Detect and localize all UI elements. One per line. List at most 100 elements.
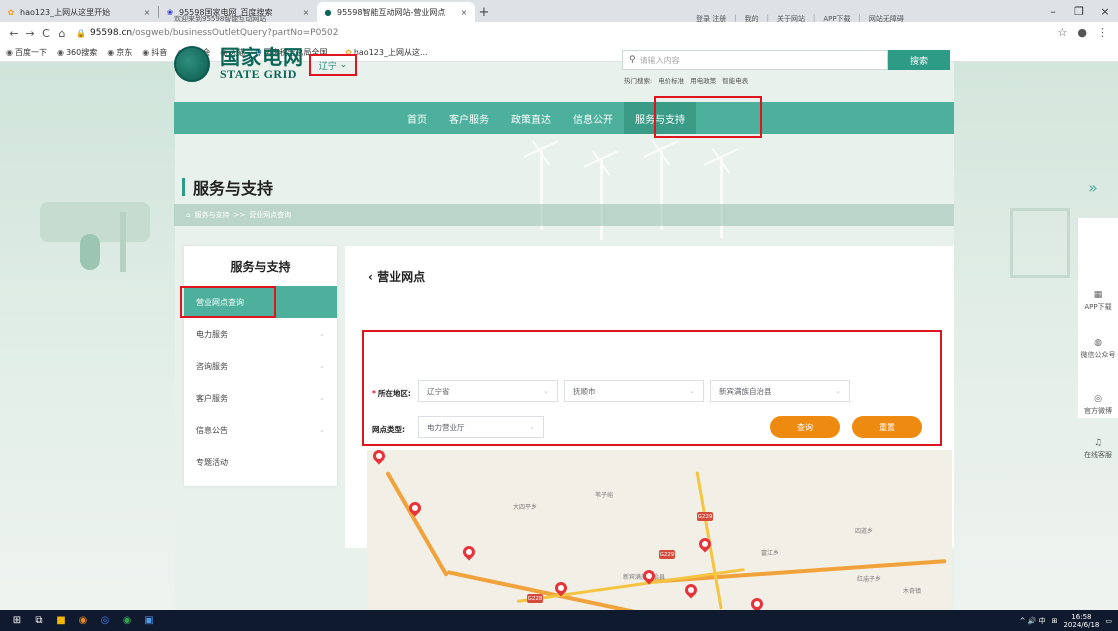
breadcrumb-item[interactable]: 服务与支持: [194, 210, 229, 220]
tab-close-icon[interactable]: ×: [301, 8, 311, 17]
browser-icon[interactable]: ◉: [72, 610, 94, 631]
keyboard-icon[interactable]: ⊞: [1052, 617, 1058, 625]
app-download-button[interactable]: ▦ APP下载: [1078, 290, 1118, 312]
app-download-link[interactable]: APP下载: [823, 14, 850, 24]
weibo-button[interactable]: ◎ 官方微博: [1078, 394, 1118, 416]
chevron-left-icon[interactable]: ‹: [368, 270, 373, 284]
login-register-link[interactable]: 登录 注册: [696, 14, 726, 24]
search-placeholder: 请输入内容: [639, 55, 680, 65]
back-button[interactable]: ←: [6, 27, 22, 40]
browser-tab[interactable]: ✿ hao123_上网从这里开始 ×: [0, 2, 158, 22]
notification-icon[interactable]: ▭: [1105, 617, 1112, 625]
nav-customer-service[interactable]: 客户服务: [438, 102, 500, 134]
search-button[interactable]: 搜索: [888, 50, 950, 70]
sidebar-item-notices[interactable]: 信息公告 ⌄: [184, 414, 337, 446]
bookmark-item[interactable]: ◉ 京东: [107, 47, 132, 58]
map-label: 红庙子乡: [857, 576, 882, 583]
new-tab-button[interactable]: +: [475, 2, 493, 22]
close-window-button[interactable]: ×: [1092, 0, 1118, 22]
map-label: 富江乡: [761, 550, 780, 557]
windows-start-icon[interactable]: ⊞: [6, 610, 28, 631]
map-pin-icon[interactable]: [682, 581, 700, 599]
sidebar-item-label: 专题活动: [196, 457, 228, 467]
site-search-input[interactable]: ⚲ 请输入内容: [622, 50, 888, 70]
wechat-label: 微信公众号: [1080, 351, 1116, 359]
tray-icons[interactable]: ^ 🔊 中: [1020, 616, 1046, 626]
minimize-button[interactable]: –: [1040, 0, 1066, 22]
url-field[interactable]: 🔒 95598.cn /osgweb/businessOutletQuery?p…: [76, 28, 339, 38]
bookmark-item[interactable]: ◉ 抖音: [142, 47, 167, 58]
bookmark-item[interactable]: ◉ 360搜索: [57, 47, 97, 58]
province-selector[interactable]: 辽宁 ⌄: [309, 54, 357, 76]
sidebar-item-events[interactable]: 专题活动: [184, 446, 337, 478]
highway-shield: G229: [659, 550, 675, 559]
annotation-box-sidebar: [180, 286, 276, 318]
map-pin-icon[interactable]: [370, 450, 388, 465]
wechat-icon: ◍: [1094, 338, 1102, 348]
outlet-map[interactable]: 大四平乡 四道乡 新宾满族自治县 富江乡 红庙子乡 苇子峪 木奇镇 G229 G…: [367, 450, 952, 610]
sidebar-item-customer[interactable]: 客户服务 ⌄: [184, 382, 337, 414]
my-link[interactable]: 我的: [745, 14, 759, 24]
about-link[interactable]: 关于网站: [777, 14, 805, 24]
collapse-arrow-icon[interactable]: »: [1088, 178, 1098, 197]
highway-shield: G229: [697, 512, 713, 521]
site-logo[interactable]: 国家电网 STATE GRID: [174, 46, 304, 82]
wechat-button[interactable]: ◍ 微信公众号: [1078, 338, 1118, 360]
hot-term[interactable]: 电价标准: [658, 75, 684, 85]
tab-close-icon[interactable]: ×: [142, 8, 152, 17]
url-path: /osgweb/businessOutletQuery?partNo=P0502: [132, 28, 339, 38]
map-road: [446, 570, 644, 610]
decor-windmill: [600, 160, 603, 240]
bookmark-item[interactable]: ◉ 百度一下: [6, 47, 47, 58]
map-pin-icon[interactable]: [460, 543, 478, 561]
forward-button[interactable]: →: [22, 27, 38, 40]
online-service-button[interactable]: ♫ 在线客服: [1078, 438, 1118, 460]
title-accent-bar: [182, 178, 185, 196]
bookmark-label: 京东: [116, 48, 133, 57]
highway-shield: G228: [527, 594, 543, 603]
annotation-box-nav: [654, 96, 762, 138]
accessibility-link[interactable]: 网站无障碍: [869, 14, 904, 24]
hot-label: 热门搜索:: [624, 77, 653, 85]
menu-icon[interactable]: ⋮: [1097, 26, 1108, 39]
profile-icon[interactable]: ●: [1077, 26, 1087, 39]
bookmark-star-icon[interactable]: ☆: [1058, 26, 1068, 39]
hot-term[interactable]: 用电政策: [690, 75, 716, 85]
chevron-down-icon: ⌄: [319, 394, 325, 402]
app-icon[interactable]: ◎: [94, 610, 116, 631]
bookmark-item[interactable]: ✿ hao123_上网从这...: [345, 47, 427, 58]
search-icon: ⚲: [629, 55, 636, 65]
bookmark-label: 360搜索: [65, 48, 98, 57]
bookmark-label: 百度一下: [14, 48, 47, 57]
task-view-icon[interactable]: ⧉: [28, 610, 50, 631]
logo-english: STATE GRID: [220, 66, 297, 81]
map-label: 四道乡: [855, 528, 874, 535]
panel-title[interactable]: ‹ 营业网点: [368, 268, 425, 285]
home-button[interactable]: ⌂: [54, 27, 70, 40]
nav-home[interactable]: 首页: [396, 102, 438, 134]
photos-icon[interactable]: ▣: [138, 610, 160, 631]
reload-button[interactable]: C: [38, 27, 54, 40]
hot-term[interactable]: 智能电表: [722, 75, 748, 85]
restore-button[interactable]: ❐: [1066, 0, 1092, 22]
decor-shelf: [1010, 208, 1070, 278]
logo-chinese: 国家电网: [220, 44, 304, 69]
browser-tab-active[interactable]: ● 95598智能互动网站-营业网点 ×: [317, 2, 475, 22]
sidebar-item-power-service[interactable]: 电力服务 ⌄: [184, 318, 337, 350]
chrome-icon[interactable]: ◉: [116, 610, 138, 631]
home-icon[interactable]: ⌂: [186, 211, 190, 219]
clock[interactable]: 16:58 2024/6/18: [1063, 613, 1099, 629]
tab-close-icon[interactable]: ×: [459, 8, 469, 17]
map-label: 大四平乡: [513, 504, 538, 511]
tab-title: 95598智能互动网站-营业网点: [337, 7, 446, 17]
app-download-label: APP下载: [1084, 303, 1112, 311]
nav-policy[interactable]: 政策直达: [500, 102, 562, 134]
clock-time: 16:58: [1071, 612, 1092, 621]
panel-title-text: 营业网点: [377, 270, 426, 284]
map-pin-icon[interactable]: [748, 595, 766, 610]
nav-info[interactable]: 信息公开: [562, 102, 624, 134]
sidebar: 服务与支持 营业网点查询 电力服务 ⌄ 咨询服务 ⌄ 客户服务 ⌄ 信息公告 ⌄ 专题活…: [184, 246, 337, 486]
sidebar-item-consult[interactable]: 咨询服务 ⌄: [184, 350, 337, 382]
file-explorer-icon[interactable]: ■: [50, 610, 72, 631]
welcome-text: 欢迎来到95598智能互动网站: [174, 15, 267, 23]
